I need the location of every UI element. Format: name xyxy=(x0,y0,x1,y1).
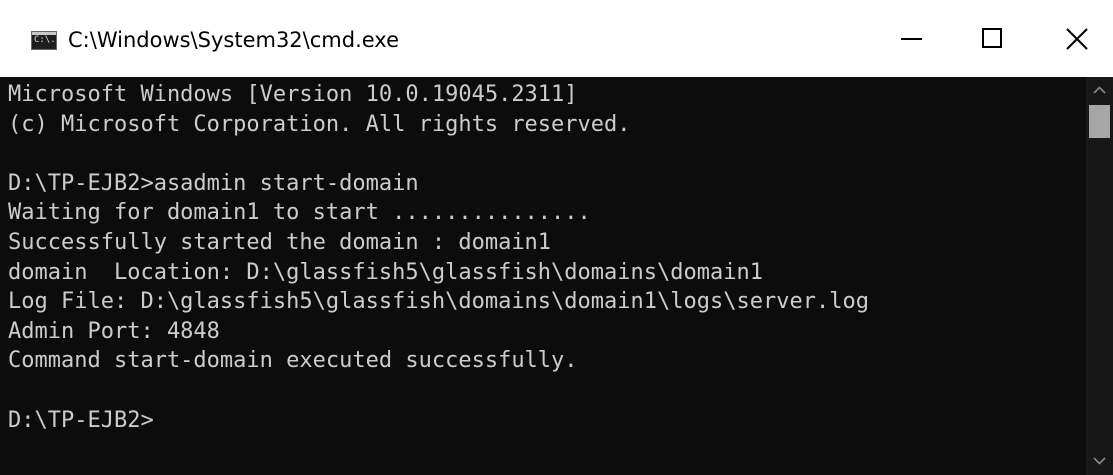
window-title: C:\Windows\System32\cmd.exe xyxy=(68,28,399,52)
console-line: domain Location: D:\glassfish5\glassfish… xyxy=(8,259,763,285)
console-prompt[interactable]: D:\TP-EJB2> xyxy=(8,406,1086,436)
console-line: Microsoft Windows [Version 10.0.19045.23… xyxy=(8,82,578,107)
console-line: Successfully started the domain : domain… xyxy=(8,229,552,255)
minimize-icon xyxy=(901,38,922,40)
scroll-up-button[interactable] xyxy=(1086,77,1113,104)
maximize-icon xyxy=(982,28,1002,48)
console-output[interactable]: Microsoft Windows [Version 10.0.19045.23… xyxy=(0,77,1086,475)
scrollbar-thumb[interactable] xyxy=(1089,105,1110,138)
console-line: Admin Port: 4848 xyxy=(8,318,220,344)
console-text: Microsoft Windows [Version 10.0.19045.23… xyxy=(0,77,1086,435)
console-line: Command start-domain executed successful… xyxy=(8,348,578,374)
close-button[interactable] xyxy=(1040,0,1113,77)
cmd-window: C:\. C:\Windows\System32\cmd.exe Microso… xyxy=(0,0,1113,475)
console-line: (c) Microsoft Corporation. All rights re… xyxy=(8,111,631,137)
cmd-app-icon[interactable]: C:\. xyxy=(31,31,57,50)
close-icon xyxy=(1066,28,1088,50)
minimize-button[interactable] xyxy=(871,0,963,77)
console-line: D:\TP-EJB2>asadmin start-domain xyxy=(8,170,419,196)
chevron-up-icon xyxy=(1093,86,1106,94)
chevron-down-icon xyxy=(1093,457,1106,465)
console-line: Log File: D:\glassfish5\glassfish\domain… xyxy=(8,289,869,315)
console-line: Waiting for domain1 to start ...........… xyxy=(8,200,591,226)
scroll-down-button[interactable] xyxy=(1086,448,1113,475)
app-icon-bar xyxy=(32,32,56,35)
app-icon-label: C:\. xyxy=(34,35,56,45)
vertical-scrollbar[interactable] xyxy=(1086,77,1113,475)
title-bar[interactable]: C:\. C:\Windows\System32\cmd.exe xyxy=(0,0,1113,77)
